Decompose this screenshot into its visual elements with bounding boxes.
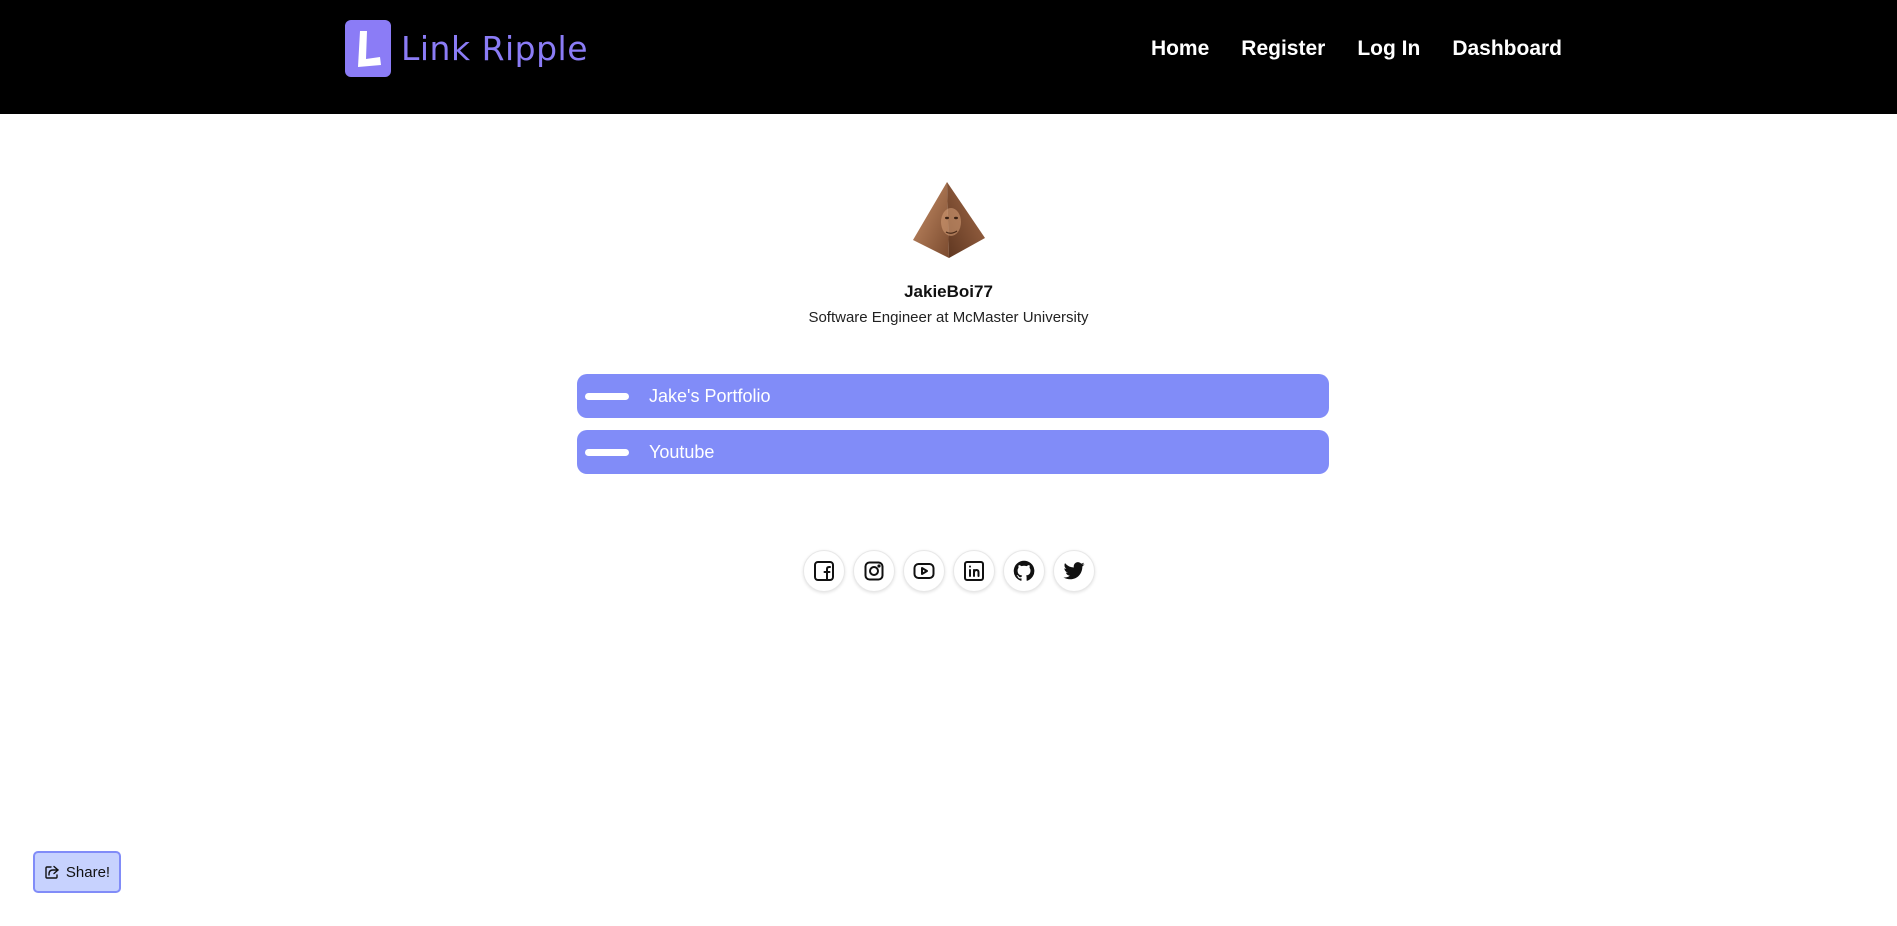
main-nav: Home Register Log In Dashboard [1151, 37, 1562, 61]
twitter-icon [1063, 562, 1084, 580]
twitter-button[interactable] [1052, 550, 1095, 592]
instagram-button[interactable] [852, 550, 895, 592]
top-navbar: Link Ripple Home Register Log In Dashboa… [0, 0, 1897, 114]
profile-username: JakieBoi77 [904, 282, 993, 301]
nav-register[interactable]: Register [1241, 37, 1325, 61]
link-button-youtube[interactable]: Youtube [577, 430, 1329, 474]
youtube-icon [913, 563, 934, 579]
link-label: Jake's Portfolio [649, 385, 771, 406]
link-label: Youtube [649, 441, 715, 462]
brand-logo[interactable]: Link Ripple [345, 20, 588, 77]
share-icon [45, 865, 59, 879]
facebook-icon [813, 561, 834, 581]
facebook-button[interactable] [802, 550, 845, 592]
link-button-portfolio[interactable]: Jake's Portfolio [577, 374, 1329, 418]
link-thumbnail-placeholder [585, 393, 629, 400]
github-icon [1013, 560, 1034, 581]
brand-name: Link Ripple [401, 29, 589, 68]
github-button[interactable] [1002, 550, 1045, 592]
youtube-button[interactable] [902, 550, 945, 592]
linkedin-button[interactable] [952, 550, 995, 592]
nav-log-in[interactable]: Log In [1357, 37, 1420, 61]
profile-bio: Software Engineer at McMaster University [808, 309, 1089, 326]
profile-section: JakieBoi77 Software Engineer at McMaster… [0, 180, 1897, 326]
share-label: Share! [65, 863, 111, 881]
social-icons [0, 550, 1897, 592]
instagram-icon [864, 561, 883, 581]
avatar [912, 182, 985, 258]
letter-l-logo-icon [345, 20, 391, 77]
link-thumbnail-placeholder [585, 449, 629, 456]
link-list: Jake's Portfolio Youtube [577, 374, 1329, 474]
nav-dashboard[interactable]: Dashboard [1452, 37, 1562, 61]
share-button[interactable]: Share! [33, 851, 121, 893]
nav-home[interactable]: Home [1151, 37, 1209, 61]
linkedin-icon [963, 561, 984, 581]
